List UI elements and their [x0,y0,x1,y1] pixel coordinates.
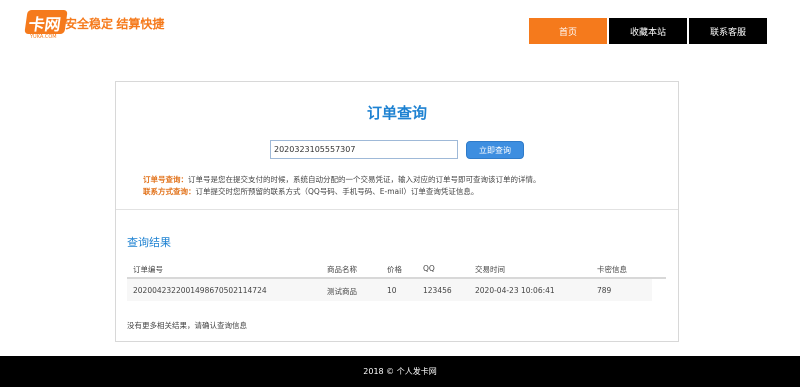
footer-copyright: 2018 © 个人发卡网 [363,367,437,376]
hint-order-number: 订单号查询：订单号是您在提交支付的时候，系统自动分配的一个交易凭证，输入对应的订… [143,174,541,185]
footer: 2018 © 个人发卡网 [0,356,800,387]
page-title: 订单查询 [366,104,427,122]
hint-order-number-text: 订单号是您在提交支付的时候，系统自动分配的一个交易凭证，输入对应的订单号即可查询… [188,175,541,184]
cell-product-name: 测试商品 [327,287,357,296]
query-button[interactable]: 立即查询 [466,141,524,159]
cell-qq: 123456 [423,286,452,295]
col-trade-time: 交易时间 [475,265,505,274]
site-logo[interactable]: 卡网 [24,10,68,34]
nav-contact-support[interactable]: 联系客服 [689,18,767,44]
col-product-name: 商品名称 [327,265,357,274]
hint-order-number-label: 订单号查询： [143,175,188,184]
cell-trade-time: 2020-04-23 10:06:41 [475,286,555,295]
cell-card-info: 789 [597,286,612,295]
header: 卡网 YUKA.COM 安全稳定 结算快捷 首页 收藏本站 联系客服 [0,0,800,50]
results-table: 订单编号 商品名称 价格 QQ 交易时间 卡密信息 20200423220014… [127,257,666,301]
logo-subtext: YUKA.COM [30,34,57,40]
hint-contact: 联系方式查询：订单提交时您所预留的联系方式（QQ号码、手机号码、E-mail）订… [143,186,478,197]
divider [116,209,678,210]
cell-order-id: 20200423220014986705021147​24 [133,286,267,295]
results-title: 查询结果 [127,236,171,249]
order-search-input[interactable] [270,140,458,159]
col-order-id: 订单编号 [133,265,163,274]
top-nav: 首页 收藏本站 联系客服 [527,18,767,44]
hint-contact-label: 联系方式查询： [143,187,196,196]
table-row[interactable]: 20200423220014986705021147​24 测试商品 10 12… [127,279,652,301]
logo-text: 卡网 [27,15,62,34]
slogan: 安全稳定 结算快捷 [65,17,165,31]
order-query-card: 订单查询 立即查询 订单号查询：订单号是您在提交支付的时候，系统自动分配的一个交… [115,81,679,342]
table-header-row: 订单编号 商品名称 价格 QQ 交易时间 卡密信息 [127,257,666,279]
nav-bookmark[interactable]: 收藏本站 [609,18,687,44]
col-card-info: 卡密信息 [597,265,627,274]
col-qq: QQ [423,264,435,273]
nav-home[interactable]: 首页 [529,18,607,44]
cell-price: 10 [387,286,397,295]
hint-contact-text: 订单提交时您所预留的联系方式（QQ号码、手机号码、E-mail）订单查询凭证信息… [195,187,479,196]
no-more-results: 没有更多相关结果，请确认查询信息 [127,321,247,330]
col-price: 价格 [387,265,402,274]
